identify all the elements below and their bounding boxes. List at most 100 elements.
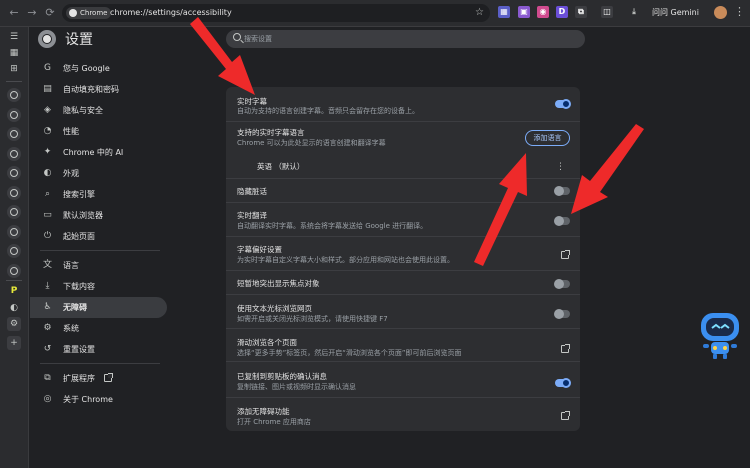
highlight-focus-row[interactable]: 短暂地突出显示焦点对象 bbox=[226, 270, 580, 294]
copy-confirm-row[interactable]: 已复制到剪贴板的确认消息 复制链接、图片或视频时显示确认消息 bbox=[226, 361, 580, 397]
url-text[interactable]: chrome://settings/accessibility bbox=[110, 7, 232, 19]
gemini-button[interactable]: 问问 Gemini bbox=[652, 6, 699, 19]
caption-preferences-sub: 为实时字幕自定义字幕大小和样式。部分应用和网站也会使用此设置。 bbox=[237, 256, 454, 264]
external-link-icon[interactable] bbox=[561, 411, 570, 420]
sidebar-item[interactable]: ◈ 隐私与安全 bbox=[30, 100, 167, 121]
extension-icon[interactable]: ◉ bbox=[537, 6, 549, 18]
sidebar-item-label: 扩展程序 bbox=[63, 374, 95, 383]
sidebar-item-label: 起始页面 bbox=[63, 232, 95, 241]
extension-icon[interactable]: D bbox=[556, 6, 568, 18]
arrow-to-live-caption bbox=[190, 17, 255, 95]
sidebar-item-label: 系统 bbox=[63, 324, 79, 333]
tab-favicon-globe-icon[interactable] bbox=[7, 107, 21, 122]
sidebar-item[interactable]: ⏻ 起始页面 bbox=[30, 226, 167, 247]
live-translate-title: 实时翻译 bbox=[237, 211, 267, 220]
sidebar-item[interactable]: G 您与 Google bbox=[30, 58, 167, 79]
sidebar-item-label: 外观 bbox=[63, 169, 79, 178]
tab-favicon-globe-icon[interactable] bbox=[7, 146, 21, 161]
add-accessibility-sub: 打开 Chrome 应用商店 bbox=[237, 418, 311, 426]
more-options-icon[interactable]: ⋮ bbox=[556, 162, 565, 172]
tab-favicon-icon[interactable]: ◐ bbox=[7, 301, 21, 315]
bookmark-star-icon[interactable]: ☆ bbox=[475, 6, 484, 20]
sidebar-item[interactable]: ⌕ 搜索引擎 bbox=[30, 184, 167, 205]
nav-divider bbox=[40, 363, 160, 364]
caption-preferences-row[interactable]: 字幕偏好设置 为实时字幕自定义字幕大小和样式。部分应用和网站也会使用此设置。 bbox=[226, 236, 580, 270]
sidebar-item-label: 无障碍 bbox=[63, 303, 87, 312]
external-link-icon[interactable] bbox=[561, 250, 570, 259]
sidebar-item-label: Chrome 中的 AI bbox=[63, 148, 124, 157]
tab-favicon-p-icon[interactable]: P bbox=[7, 284, 21, 298]
sidebar-item[interactable]: ⚙ 系统 bbox=[30, 318, 167, 339]
highlight-focus-toggle[interactable] bbox=[554, 279, 570, 289]
sidebar-item[interactable]: ↺ 重置设置 bbox=[30, 339, 167, 360]
browser-menu-icon[interactable]: ⋮ bbox=[734, 4, 745, 20]
sidebar-item[interactable]: ▤ 自动填充和密码 bbox=[30, 79, 167, 100]
live-translate-sub: 自动翻译实时字幕。系统会将字幕发送给 Google 进行翻译。 bbox=[237, 222, 428, 230]
tab-favicon-globe-icon[interactable] bbox=[7, 244, 21, 258]
sidebar-item[interactable]: ▭ 默认浏览器 bbox=[30, 205, 167, 226]
external-link-icon[interactable] bbox=[561, 344, 570, 353]
search-placeholder: 搜索设置 bbox=[244, 35, 272, 43]
sidebar-item-label: 语言 bbox=[63, 261, 79, 270]
sidebar-item[interactable]: ✦ Chrome 中的 AI bbox=[30, 142, 167, 163]
site-chip[interactable]: Chrome bbox=[66, 7, 112, 19]
back-icon[interactable]: ← bbox=[6, 5, 22, 21]
swipe-navigation-row[interactable]: 滑动浏览各个页面 选择“更多手势”标签页，然后开启“滑动浏览各个页面”即可前后浏… bbox=[226, 328, 580, 361]
download-icon[interactable]: ⤓ bbox=[628, 6, 640, 18]
extension-icon[interactable]: ▣ bbox=[518, 6, 530, 18]
tab-list-icon[interactable]: ☰ bbox=[7, 30, 21, 44]
add-language-button[interactable]: 添加语言 bbox=[525, 130, 570, 146]
sidebar-item[interactable]: ◔ 性能 bbox=[30, 121, 167, 142]
sidebar-item[interactable]: 文 语言 bbox=[30, 255, 167, 276]
live-translate-toggle[interactable] bbox=[554, 216, 570, 226]
forward-icon[interactable]: → bbox=[24, 5, 40, 21]
new-tab-icon[interactable]: + bbox=[7, 336, 21, 350]
sidebar-item[interactable]: ⧉ 扩展程序 bbox=[30, 368, 167, 389]
highlight-focus-title: 短暂地突出显示焦点对象 bbox=[237, 279, 320, 288]
tab-favicon-globe-icon[interactable] bbox=[7, 263, 21, 278]
add-accessibility-row[interactable]: 添加无障碍功能 打开 Chrome 应用商店 bbox=[226, 397, 580, 431]
text-cursor-toggle[interactable] bbox=[554, 309, 570, 319]
live-translate-row[interactable]: 实时翻译 自动翻译实时字幕。系统会将字幕发送给 Google 进行翻译。 bbox=[226, 202, 580, 236]
sidebar-item-label: 默认浏览器 bbox=[63, 211, 103, 220]
sidebar-item-icon: ◐ bbox=[43, 168, 52, 178]
reload-icon[interactable]: ⟳ bbox=[42, 5, 58, 21]
tab-favicon-globe-icon[interactable] bbox=[7, 166, 21, 180]
sidebar-item[interactable]: ⤓ 下载内容 bbox=[30, 276, 167, 297]
sidebar-item-label: 搜索引擎 bbox=[63, 190, 95, 199]
tab-favicon-globe-icon[interactable] bbox=[7, 224, 21, 239]
tab-search-icon[interactable]: ⊞ bbox=[7, 62, 21, 76]
english-language-row: 英语 （默认） ⋮ bbox=[226, 156, 580, 178]
hide-profanity-toggle[interactable] bbox=[554, 186, 570, 196]
tab-favicon-globe-icon[interactable] bbox=[7, 127, 21, 141]
copy-confirm-toggle[interactable] bbox=[555, 378, 571, 388]
copy-confirm-sub: 复制链接、图片或视频时显示确认消息 bbox=[237, 383, 356, 391]
english-language-label: 英语 （默认） bbox=[257, 162, 305, 171]
settings-search-input[interactable]: 搜索设置 bbox=[226, 30, 585, 48]
search-icon bbox=[233, 33, 241, 41]
sidebar-item-icon: ⚙ bbox=[43, 323, 52, 333]
extensions-puzzle-icon[interactable]: ⧉ bbox=[575, 6, 587, 18]
tab-favicon-globe-icon[interactable] bbox=[7, 205, 21, 219]
sidebar-item[interactable]: ◎ 关于 Chrome bbox=[30, 389, 167, 410]
live-caption-row[interactable]: 实时字幕 自动为支持的语言创建字幕。音频只会留存在您的设备上。 bbox=[226, 87, 580, 121]
tab-favicon-globe-icon[interactable] bbox=[7, 88, 21, 102]
extension-icon[interactable]: ▦ bbox=[498, 6, 510, 18]
hide-profanity-row[interactable]: 隐藏脏话 bbox=[226, 178, 580, 202]
tab-favicon-globe-icon[interactable] bbox=[7, 185, 21, 200]
languages-sub: Chrome 可以为此处显示的语言创建和翻译字幕 bbox=[237, 139, 386, 147]
tab-groups-icon[interactable]: ▦ bbox=[7, 46, 21, 60]
sidebar-item-icon: ✦ bbox=[43, 147, 52, 157]
settings-tab-icon[interactable]: ⚙ bbox=[7, 317, 21, 331]
profile-avatar[interactable] bbox=[714, 6, 727, 19]
sidebar-item-icon: ◎ bbox=[43, 394, 52, 404]
sidebar-panel-icon[interactable]: ◫ bbox=[601, 6, 613, 18]
page-title: 设置 bbox=[65, 32, 93, 48]
address-bar[interactable]: Chrome chrome://settings/accessibility ☆ bbox=[62, 4, 490, 22]
live-caption-toggle[interactable] bbox=[555, 99, 571, 109]
text-cursor-row[interactable]: 使用文本光标浏览网页 如需开启或关闭光标浏览模式，请使用快捷键 F7 bbox=[226, 294, 580, 328]
sidebar-item[interactable]: ♿ 无障碍 bbox=[30, 297, 167, 318]
sidebar-item[interactable]: ◐ 外观 bbox=[30, 163, 167, 184]
sidebar-item-icon: ◈ bbox=[44, 105, 51, 115]
accessibility-card: 实时字幕 自动为支持的语言创建字幕。音频只会留存在您的设备上。 支持的实时字幕语… bbox=[226, 87, 580, 431]
